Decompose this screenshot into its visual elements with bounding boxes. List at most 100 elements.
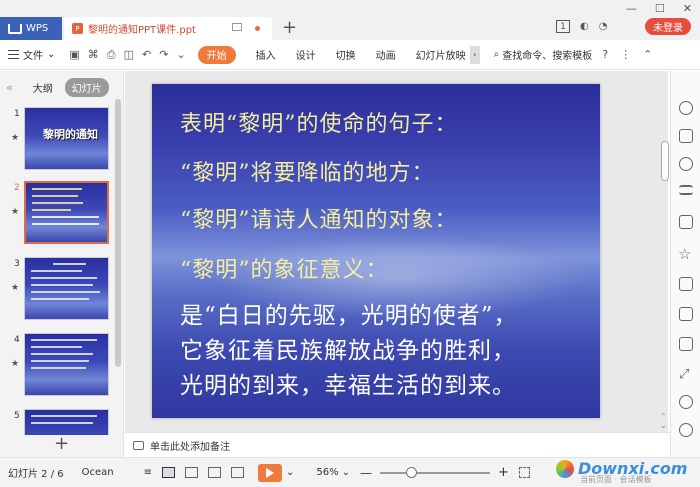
close-icon[interactable]: ✕ — [683, 2, 692, 15]
collapse-ribbon-icon[interactable]: ⌃ — [643, 48, 652, 61]
panel-scrollbar[interactable] — [115, 99, 121, 367]
wps-tab-label: WPS — [26, 23, 49, 34]
copy-icon[interactable] — [679, 129, 693, 143]
collapse-panel-icon[interactable]: « — [6, 81, 13, 94]
presenter-view-icon[interactable] — [231, 467, 245, 478]
image-frame-icon[interactable] — [679, 215, 693, 229]
wps-logo-icon — [8, 23, 22, 34]
tab-transition[interactable]: 切换 — [336, 47, 356, 62]
clock-icon[interactable] — [679, 395, 693, 409]
sorter-view-icon[interactable] — [185, 467, 199, 478]
document-tab[interactable]: P 黎明的通知PPT课件.ppt — [64, 17, 272, 40]
window-controls: — ☐ ✕ — [626, 2, 692, 15]
screen-icon[interactable] — [232, 23, 242, 31]
tab-design[interactable]: 设计 — [296, 47, 316, 62]
scroll-thumb[interactable] — [661, 141, 669, 181]
slide-text-line-3[interactable]: “黎明”请诗人通知的对象： — [180, 202, 458, 234]
zoom-chevron-icon[interactable]: ⌄ — [342, 467, 350, 478]
slide-thumbnail-1[interactable]: 1 ★ 黎明的通知 — [0, 107, 114, 175]
wps-home-tab[interactable]: WPS — [0, 17, 62, 40]
panel-tabs: « 大纲 幻灯片 — [0, 77, 124, 97]
thumb-title: 黎明的通知 — [43, 128, 98, 141]
save-icon[interactable]: ▣ — [69, 48, 79, 62]
view-switcher: ≡ — [144, 467, 245, 478]
titlebar-tools: 1 ◐ ◔ — [556, 20, 607, 33]
thumb-image: 黎明的通知 — [24, 107, 109, 170]
tab-outline[interactable]: 大纲 — [33, 80, 53, 95]
undo-icon[interactable]: ↶ — [142, 48, 151, 62]
tab-slideshow[interactable]: 幻灯片放映 — [416, 47, 466, 62]
more-icon[interactable]: ⋮ — [620, 48, 631, 61]
thumb-text-lines — [31, 263, 104, 305]
help-icon[interactable]: ? — [602, 48, 608, 61]
thumb-number: 1 — [14, 109, 20, 119]
print-icon[interactable]: ⎙ — [107, 48, 116, 62]
minimize-icon[interactable]: — — [626, 2, 637, 15]
tab-animation[interactable]: 动画 — [376, 47, 396, 62]
slide-panel: « 大纲 幻灯片 1 ★ 黎明的通知 2 ★ 3 ★ 4 ★ 5 + — [0, 71, 124, 457]
normal-view-icon[interactable] — [162, 467, 176, 478]
shape-icon[interactable] — [679, 157, 693, 171]
thumb-image — [24, 257, 109, 320]
file-menu[interactable]: 文件 ⌄ — [0, 47, 55, 62]
search-label: 查找命令、搜索模板 — [502, 51, 593, 62]
share-icon[interactable]: ◔ — [599, 21, 608, 32]
add-slide-plus-icon[interactable]: + — [54, 433, 69, 454]
new-tab-plus-icon[interactable]: + — [282, 17, 297, 38]
print-preview-icon[interactable]: ◫ — [124, 48, 134, 62]
slide-text-line-7[interactable]: 光明的到来，幸福生活的到来。 — [180, 366, 516, 400]
notes-bar[interactable]: 单击此处添加备注 — [125, 432, 670, 457]
command-search[interactable]: ⌕ 查找命令、搜索模板 — [494, 47, 593, 62]
thumb-text-lines — [32, 188, 103, 230]
expand-icon[interactable]: ⤢ — [679, 367, 693, 382]
slide-thumbnail-3[interactable]: 3 ★ — [0, 257, 114, 325]
settings-sliders-icon[interactable] — [679, 185, 693, 195]
fit-window-icon[interactable] — [518, 467, 530, 478]
thumb-image — [24, 333, 109, 396]
zoom-in-button[interactable]: + — [498, 465, 509, 480]
tab-start[interactable]: 开始 — [197, 45, 236, 64]
slide-text-line-5[interactable]: 是“白日的先驱，光明的使者”， — [180, 296, 518, 330]
picture-icon[interactable] — [679, 337, 693, 351]
zoom-level[interactable]: 56% — [316, 467, 338, 478]
file-menu-label: 文件 — [23, 51, 43, 62]
page-nav-arrows[interactable]: ⌃ ⌄ — [660, 412, 667, 430]
reading-view-icon[interactable] — [208, 467, 222, 478]
window-count-badge[interactable]: 1 — [556, 20, 570, 33]
skin-icon[interactable]: ◐ — [580, 21, 589, 32]
login-button[interactable]: 未登录 — [645, 18, 691, 35]
theme-name[interactable]: Ocean — [82, 467, 114, 478]
tab-slides[interactable]: 幻灯片 — [64, 77, 109, 97]
ribbon-scroll-icon[interactable]: › — [469, 45, 480, 64]
history-icon[interactable] — [679, 423, 693, 437]
thumb-image — [24, 181, 109, 244]
current-slide[interactable]: 表明“黎明”的使命的句子： “黎明”将要降临的地方： “黎明”请诗人通知的对象：… — [152, 84, 600, 418]
thumb-number: 2 — [14, 183, 20, 193]
slide-text-line-6[interactable]: 它象征着民族解放战争的胜利， — [180, 331, 516, 365]
slide-text-line-2[interactable]: “黎明”将要降临的地方： — [180, 155, 435, 187]
star-outline-icon[interactable]: ☆ — [678, 245, 692, 263]
zoom-out-button[interactable]: — — [360, 466, 372, 480]
tab-insert[interactable]: 插入 — [256, 47, 276, 62]
external-link-icon[interactable] — [679, 307, 693, 321]
redo-icon[interactable]: ↷ — [159, 48, 168, 62]
canvas-scrollbar[interactable] — [660, 71, 670, 432]
slide-text-line-1[interactable]: 表明“黎明”的使命的句子： — [180, 106, 458, 138]
zoom-slider-knob[interactable] — [405, 466, 417, 478]
play-slideshow-button[interactable] — [258, 463, 283, 482]
box-icon[interactable] — [679, 277, 693, 291]
star-icon: ★ — [11, 133, 20, 143]
notes-toggle-icon[interactable]: ≡ — [144, 467, 152, 478]
format-painter-icon[interactable]: ⌘ — [88, 48, 99, 62]
document-tab-label: 黎明的通知PPT课件.ppt — [88, 25, 196, 36]
slide-thumbnail-5[interactable]: 5 — [0, 409, 114, 435]
play-options-chevron-icon[interactable]: ⌄ — [286, 467, 294, 478]
slide-thumbnail-4[interactable]: 4 ★ — [0, 333, 114, 401]
more-chevron-icon[interactable]: ⌄ — [176, 48, 185, 62]
hamburger-icon — [8, 50, 19, 59]
magic-icon[interactable] — [679, 101, 693, 115]
slide-thumbnail-2[interactable]: 2 ★ — [0, 181, 114, 249]
slide-text-line-4[interactable]: “黎明”的象征意义： — [180, 252, 389, 284]
zoom-slider[interactable] — [380, 466, 491, 478]
maximize-icon[interactable]: ☐ — [655, 2, 665, 15]
